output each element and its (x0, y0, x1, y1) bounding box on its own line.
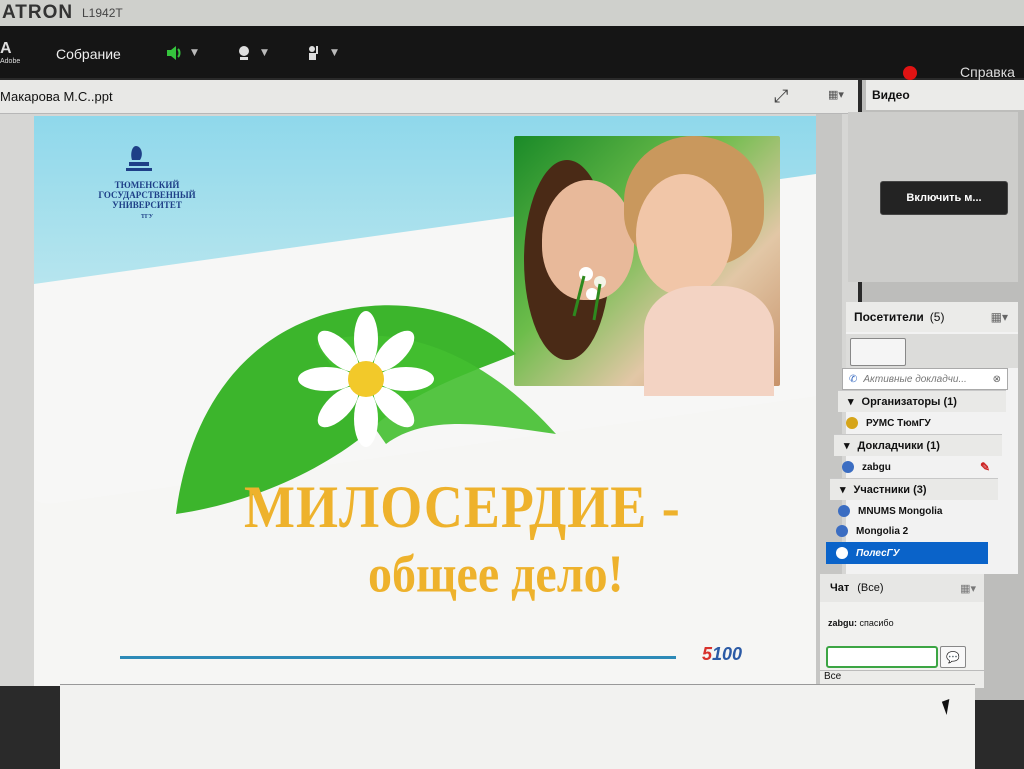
attendees-title: Посетители (854, 310, 924, 324)
host-name: РУМС ТюмГУ (866, 417, 931, 429)
group-presenters[interactable]: ▾ Докладчики (1) (834, 434, 1002, 456)
chevron-down-icon: ▾ (848, 396, 854, 408)
pod-menu-icon[interactable]: ▦▾ (828, 88, 844, 101)
chat-message-author: zabgu: (828, 618, 857, 628)
chat-scope: (Все) (857, 582, 884, 594)
pod-menu-icon[interactable]: ▦▾ (991, 310, 1008, 324)
attendee-view-toggle-icon[interactable] (850, 338, 906, 366)
chat-title: Чат (830, 582, 850, 594)
brand-5100-logo: 5100 (702, 644, 743, 664)
active-speakers-field[interactable]: ✆ Активные докладчи... ⊗ (842, 368, 1008, 390)
menu-bar: A Adobe Собрание ▼ ▼ ▼ Справка (0, 26, 1024, 80)
chat-message-text: спасибо (859, 618, 894, 628)
speaker-icon (167, 46, 181, 60)
university-logo-icon (126, 146, 152, 171)
chevron-down-icon: ▼ (331, 48, 338, 58)
list-item-selected[interactable]: ПолесГУ (826, 542, 988, 564)
slide-headline: МИЛОСЕРДИЕ - (244, 473, 681, 541)
presentation-slide: ТЮМЕНСКИЙ ГОСУДАРСТВЕННЫЙ УНИВЕРСИТЕТ ТГ… (34, 116, 816, 686)
presenter-user-icon (842, 461, 854, 473)
pod-menu-icon[interactable]: ▦▾ (960, 582, 976, 595)
group-hosts[interactable]: ▾ Организаторы (1) (838, 390, 1006, 412)
presenter-name: zabgu (862, 461, 891, 473)
participant-user-icon (836, 547, 848, 559)
help-menu[interactable]: Справка (960, 64, 1015, 80)
group-participants[interactable]: ▾ Участники (3) (830, 478, 998, 500)
enable-camera-button[interactable]: Включить м... (880, 181, 1008, 215)
bottom-empty-pod (60, 684, 975, 769)
list-item[interactable]: Mongolia 2 (826, 520, 988, 542)
chevron-down-icon: ▾ (840, 484, 846, 496)
participant-name: Mongolia 2 (856, 525, 909, 537)
share-pod-title: Макарова М.С..ppt (0, 89, 113, 104)
chat-input[interactable] (826, 646, 938, 668)
fullscreen-icon[interactable]: ⤢ (774, 86, 796, 108)
adobe-logo-icon: A Adobe (0, 40, 21, 65)
speaker-control[interactable]: ▼ (165, 40, 198, 66)
speech-bubble-icon: 💬 (946, 650, 960, 664)
pen-icon: ✎ (979, 460, 990, 474)
send-message-button[interactable]: 💬 (940, 646, 966, 668)
group-presenters-label: Докладчики (1) (857, 439, 940, 452)
participant-name: ПолесГУ (856, 547, 900, 559)
attendees-count: (5) (929, 310, 945, 324)
share-pod-header: Макарова М.С..ppt ⤢ ▦▾ (0, 80, 858, 114)
camera-control[interactable]: ▼ (235, 40, 268, 66)
attendees-pod-header: Посетители (5) ▦▾ (846, 302, 1018, 332)
monitor-brand: ATRON (2, 2, 74, 23)
close-icon[interactable]: ⊗ (993, 374, 1001, 385)
list-item[interactable]: zabgu ✎ (832, 456, 1000, 478)
flowers-icon (572, 267, 606, 321)
slide-subheadline: общее дело! (368, 545, 624, 604)
list-item[interactable]: РУМС ТюмГУ (836, 412, 1004, 434)
group-participants-label: Участники (3) (853, 483, 927, 496)
university-name: ТЮМЕНСКИЙ ГОСУДАРСТВЕННЫЙ УНИВЕРСИТЕТ ТГ… (98, 180, 196, 220)
group-hosts-label: Организаторы (1) (861, 395, 957, 408)
participant-name: MNUMS Mongolia (858, 505, 943, 517)
recording-indicator-icon[interactable] (903, 66, 917, 80)
chat-message: zabgu: спасибо (828, 618, 894, 628)
participant-user-icon (836, 525, 848, 537)
meeting-menu[interactable]: Собрание (56, 46, 121, 62)
host-user-icon (846, 417, 858, 429)
active-speakers-label: Активные докладчи... (863, 373, 967, 385)
slide-divider (120, 656, 676, 659)
video-pod-title: Видео (872, 88, 910, 102)
phone-icon: ✆ (849, 373, 858, 385)
webcam-icon (239, 46, 249, 60)
monitor-bezel: ATRON L1942T (0, 0, 1024, 26)
chevron-down-icon: ▾ (844, 440, 850, 452)
monitor-model: L1942T (82, 6, 123, 20)
video-pod-header: Видео (866, 80, 1024, 110)
chat-pod-header: Чат (Все) ▦▾ (820, 574, 984, 602)
chevron-down-icon: ▼ (261, 48, 268, 58)
chevron-down-icon: ▼ (191, 48, 198, 58)
raise-hand-icon (309, 46, 318, 60)
raise-hand-control[interactable]: ▼ (305, 40, 338, 66)
list-item[interactable]: MNUMS Mongolia (828, 500, 990, 522)
participant-user-icon (838, 505, 850, 517)
